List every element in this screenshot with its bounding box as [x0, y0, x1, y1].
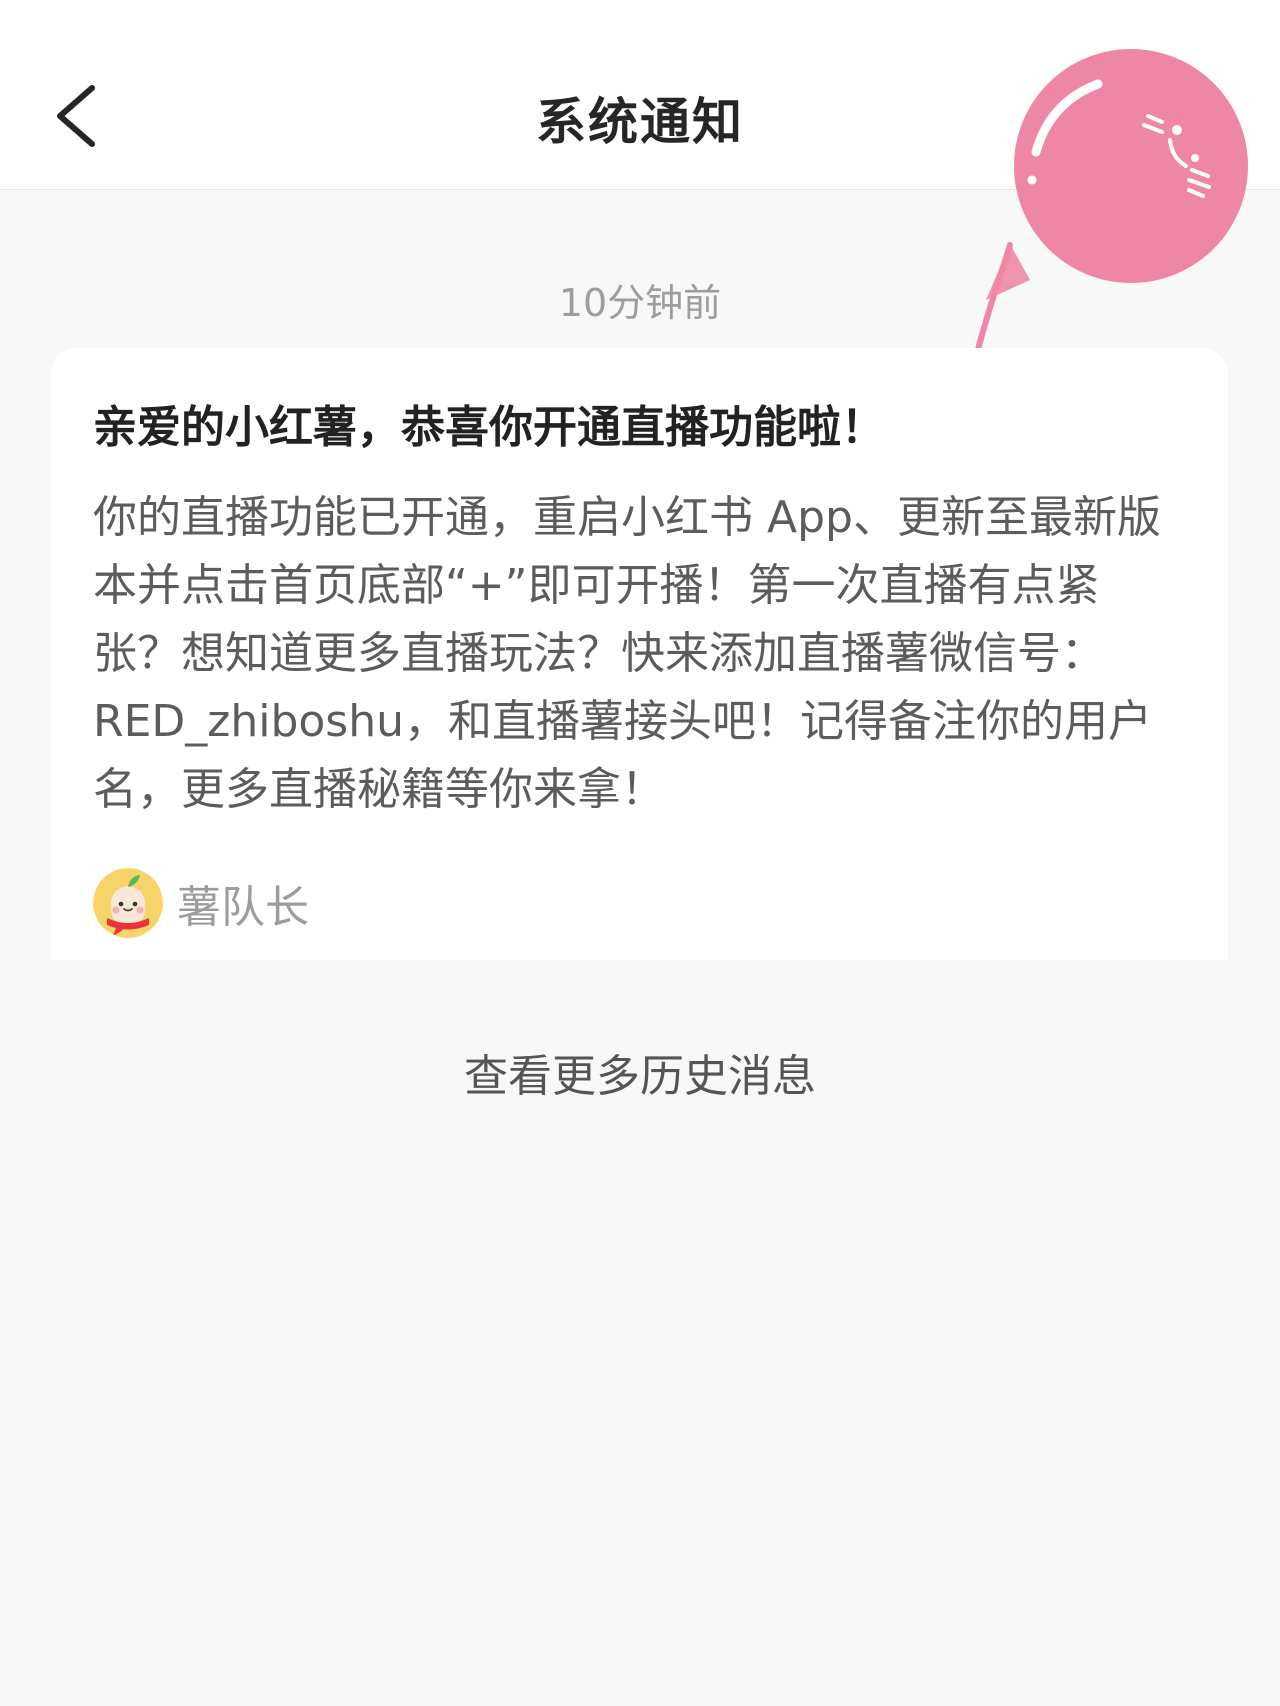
notification-body: 你的直播功能已开通，重启小红书 App、更新至最新版本并点击首页底部“+”即可开…	[93, 492, 1161, 815]
view-more-history-button[interactable]: 查看更多历史消息	[0, 1040, 1280, 1104]
navigation-bar: 系统通知	[0, 0, 1280, 190]
notification-time: 10分钟前	[558, 281, 722, 325]
notification-title: 亲爱的小红薯，恭喜你开通直播功能啦！	[93, 402, 885, 453]
page-title: 系统通知	[536, 93, 744, 151]
notification-card[interactable]: 亲爱的小红薯，恭喜你开通直播功能啦！ 你的直播功能已开通，重启小红书 App、更…	[51, 348, 1228, 960]
potato-avatar-icon[interactable]	[93, 868, 163, 938]
sender-name[interactable]: 薯队长	[177, 871, 309, 935]
sender-row[interactable]: 薯队长	[93, 868, 309, 938]
